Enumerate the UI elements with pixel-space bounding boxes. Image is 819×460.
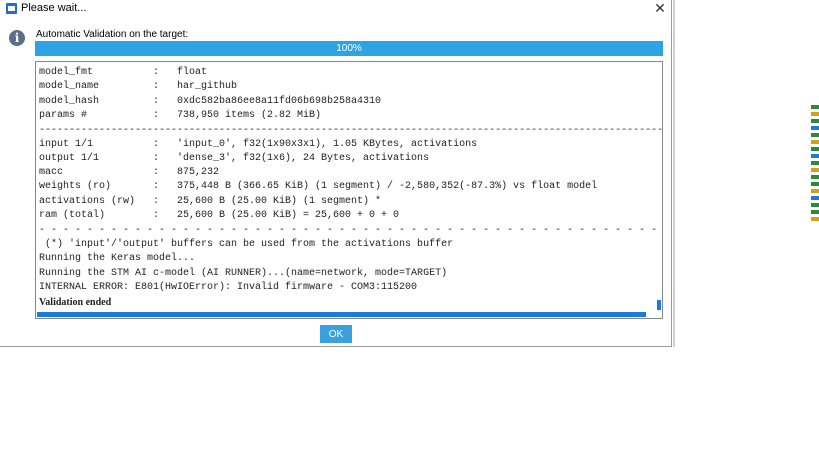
info-icon: i: [9, 30, 25, 46]
stripe-segment: [811, 196, 819, 200]
stripe-segment: [811, 105, 819, 109]
vertical-scrollbar[interactable]: [657, 300, 661, 310]
log-line: macc : 875,232: [39, 167, 220, 178]
stripe-segment: [811, 161, 819, 165]
horizontal-scrollbar[interactable]: [37, 312, 646, 317]
log-line: output 1/1 : 'dense_3', f32(1x6), 24 Byt…: [39, 153, 430, 164]
validation-dialog: Please wait... ✕ i Automatic Validation …: [0, 0, 672, 347]
stripe-segment: [811, 189, 819, 193]
progress-bar: 100%: [35, 41, 663, 56]
log-line: Validation ended: [39, 297, 112, 308]
log-line: INTERNAL ERROR: E801(HwIOError): Invalid…: [39, 282, 418, 293]
stripe-segment: [811, 168, 819, 172]
log-line: ram (total) : 25,600 B (25.00 KiB) = 25,…: [39, 210, 400, 221]
stripe-segment: [811, 119, 819, 123]
stripe-segment: [811, 154, 819, 158]
app-icon: [6, 3, 17, 14]
log-output[interactable]: model_fmt : float model_name : har_github…: [35, 61, 663, 319]
log-line: Running the Keras model...: [39, 253, 196, 264]
log-line: params # : 738,950 items (2.82 MiB): [39, 110, 322, 121]
status-message: Automatic Validation on the target:: [36, 29, 189, 40]
ok-button[interactable]: OK: [320, 325, 352, 343]
stripe-segment: [811, 126, 819, 130]
progress-label: 100%: [336, 43, 362, 54]
log-line: activations (rw) : 25,600 B (25.00 KiB) …: [39, 196, 382, 207]
log-line: model_name : har_github: [39, 81, 238, 92]
log-line: model_hash : 0xdc582ba86ee8a11fd06b698b2…: [39, 96, 382, 107]
log-line: - - - - - - - - - - - - - - - - - - - - …: [39, 225, 663, 236]
close-icon[interactable]: ✕: [653, 0, 667, 16]
log-line: (*) 'input'/'output' buffers can be used…: [39, 239, 454, 250]
stripe-segment: [811, 203, 819, 207]
stripe-segment: [811, 133, 819, 137]
stripe-segment: [811, 147, 819, 151]
log-line: weights (ro) : 375,448 B (366.65 KiB) (1…: [39, 181, 598, 192]
log-line: model_fmt : float: [39, 67, 208, 78]
log-line: ----------------------------------------…: [39, 125, 663, 136]
window-title: Please wait...: [21, 2, 87, 14]
stripe-segment: [811, 140, 819, 144]
window-edge: [673, 0, 675, 347]
stripe-segment: [811, 210, 819, 214]
background-stripe: [811, 105, 819, 225]
log-line: Running the STM AI c-model (AI RUNNER)..…: [39, 268, 448, 279]
title-bar: Please wait... ✕: [0, 0, 670, 18]
log-line: input 1/1 : 'input_0', f32(1x90x3x1), 1.…: [39, 139, 478, 150]
stripe-segment: [811, 175, 819, 179]
stripe-segment: [811, 182, 819, 186]
stripe-segment: [811, 217, 819, 221]
stripe-segment: [811, 112, 819, 116]
